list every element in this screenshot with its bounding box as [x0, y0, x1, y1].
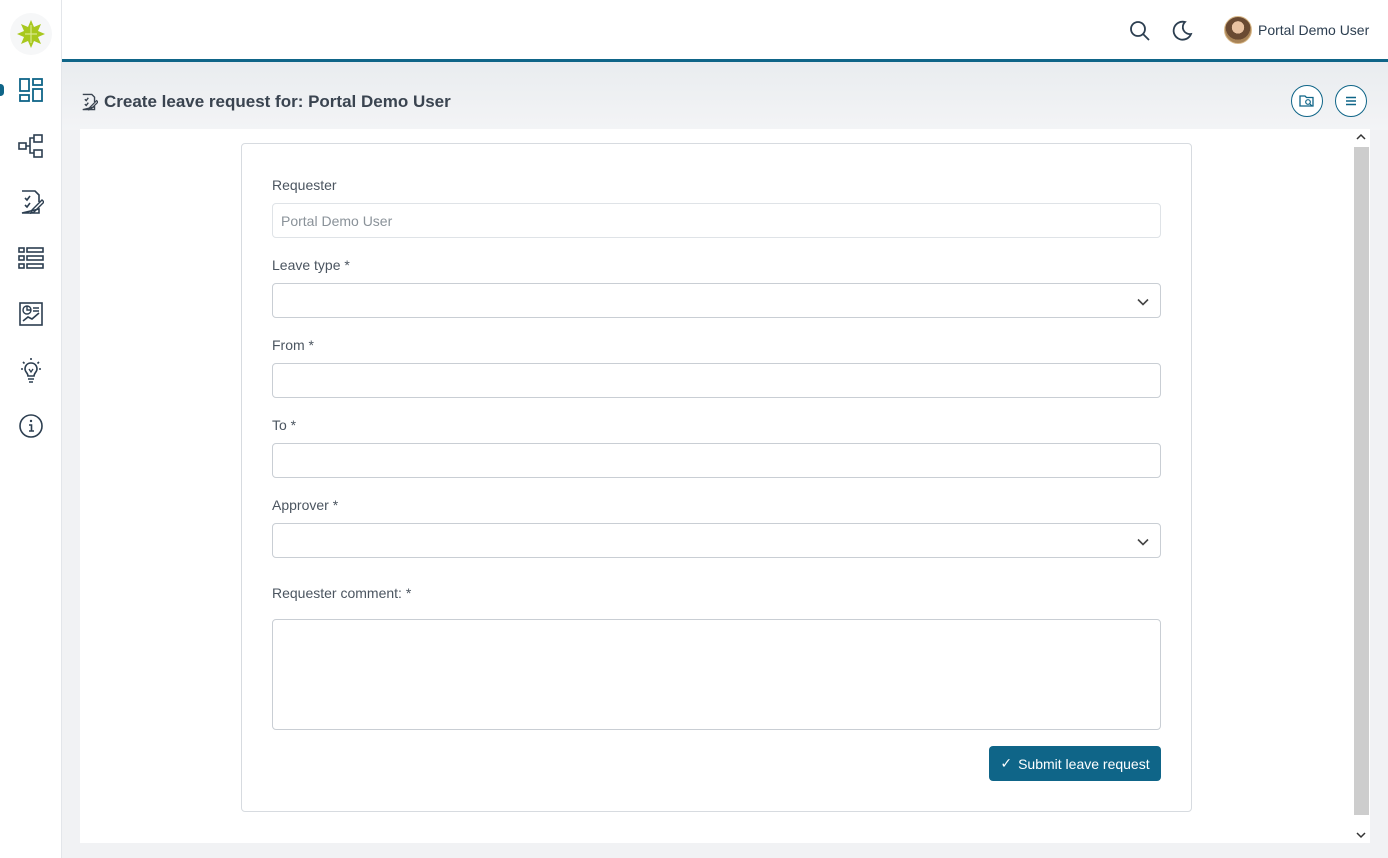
- statistics-icon: [19, 302, 43, 326]
- from-date-input[interactable]: [272, 363, 1161, 398]
- approver-select[interactable]: [272, 523, 1161, 558]
- hamburger-icon: [1346, 96, 1356, 106]
- user-name: Portal Demo User: [1258, 22, 1370, 38]
- requester-label: Requester: [272, 177, 337, 193]
- dashboard-icon: [19, 78, 43, 102]
- lightbulb-icon: [21, 358, 41, 383]
- sidebar-item-dashboard[interactable]: [0, 68, 62, 112]
- search-icon: [1130, 21, 1150, 41]
- menu-button[interactable]: [1335, 85, 1367, 117]
- scroll-thumb[interactable]: [1354, 147, 1369, 815]
- search-button[interactable]: [1128, 19, 1152, 43]
- case-details-button[interactable]: [1291, 85, 1323, 117]
- leave-request-form: Requester Portal Demo User Leave type * …: [241, 143, 1192, 812]
- approver-label: Approver *: [272, 497, 339, 513]
- sidebar: [0, 0, 62, 858]
- sidebar-item-ideas[interactable]: [0, 348, 62, 392]
- app-logo[interactable]: [10, 13, 52, 55]
- moon-icon: [1172, 20, 1193, 41]
- tasks-icon: [21, 190, 44, 215]
- requester-field: Portal Demo User: [272, 203, 1161, 238]
- comment-label: Requester comment: *: [272, 585, 412, 601]
- submit-leave-request-button[interactable]: ✓ Submit leave request: [989, 746, 1161, 781]
- comment-textarea[interactable]: [272, 619, 1161, 730]
- page-title-wrap: Create leave request for: Portal Demo Us…: [80, 92, 451, 112]
- process-icon: [18, 134, 43, 158]
- scroll-down-icon[interactable]: [1355, 829, 1367, 841]
- leaf-logo-icon: [17, 20, 45, 48]
- requester-value: Portal Demo User: [281, 213, 393, 229]
- sidebar-item-list[interactable]: [0, 236, 62, 280]
- to-date-input[interactable]: [272, 443, 1161, 478]
- sidebar-item-info[interactable]: [0, 404, 62, 448]
- avatar: [1224, 16, 1252, 44]
- from-label: From *: [272, 337, 314, 353]
- scrollbar[interactable]: [1353, 129, 1370, 843]
- to-label: To *: [272, 417, 297, 433]
- leave-type-label: Leave type *: [272, 257, 350, 273]
- sidebar-item-processes[interactable]: [0, 124, 62, 168]
- submit-label: Submit leave request: [1018, 755, 1150, 772]
- page-header: Create leave request for: Portal Demo Us…: [62, 62, 1388, 130]
- folder-search-icon: [1299, 95, 1314, 107]
- chevron-down-icon: [1137, 538, 1149, 546]
- sidebar-item-statistics[interactable]: [0, 292, 62, 336]
- list-icon: [18, 247, 44, 269]
- user-menu[interactable]: Portal Demo User: [1224, 15, 1369, 45]
- chevron-down-icon: [1137, 298, 1149, 306]
- check-icon: ✓: [1000, 755, 1013, 771]
- info-icon: [19, 414, 43, 438]
- theme-toggle-button[interactable]: [1170, 19, 1194, 43]
- scroll-up-icon[interactable]: [1355, 131, 1367, 143]
- sidebar-item-tasks[interactable]: [0, 180, 62, 224]
- topbar: Portal Demo User: [62, 0, 1388, 62]
- leave-type-select[interactable]: [272, 283, 1161, 318]
- edit-task-icon: [82, 93, 98, 111]
- page-title: Create leave request for: Portal Demo Us…: [104, 92, 451, 111]
